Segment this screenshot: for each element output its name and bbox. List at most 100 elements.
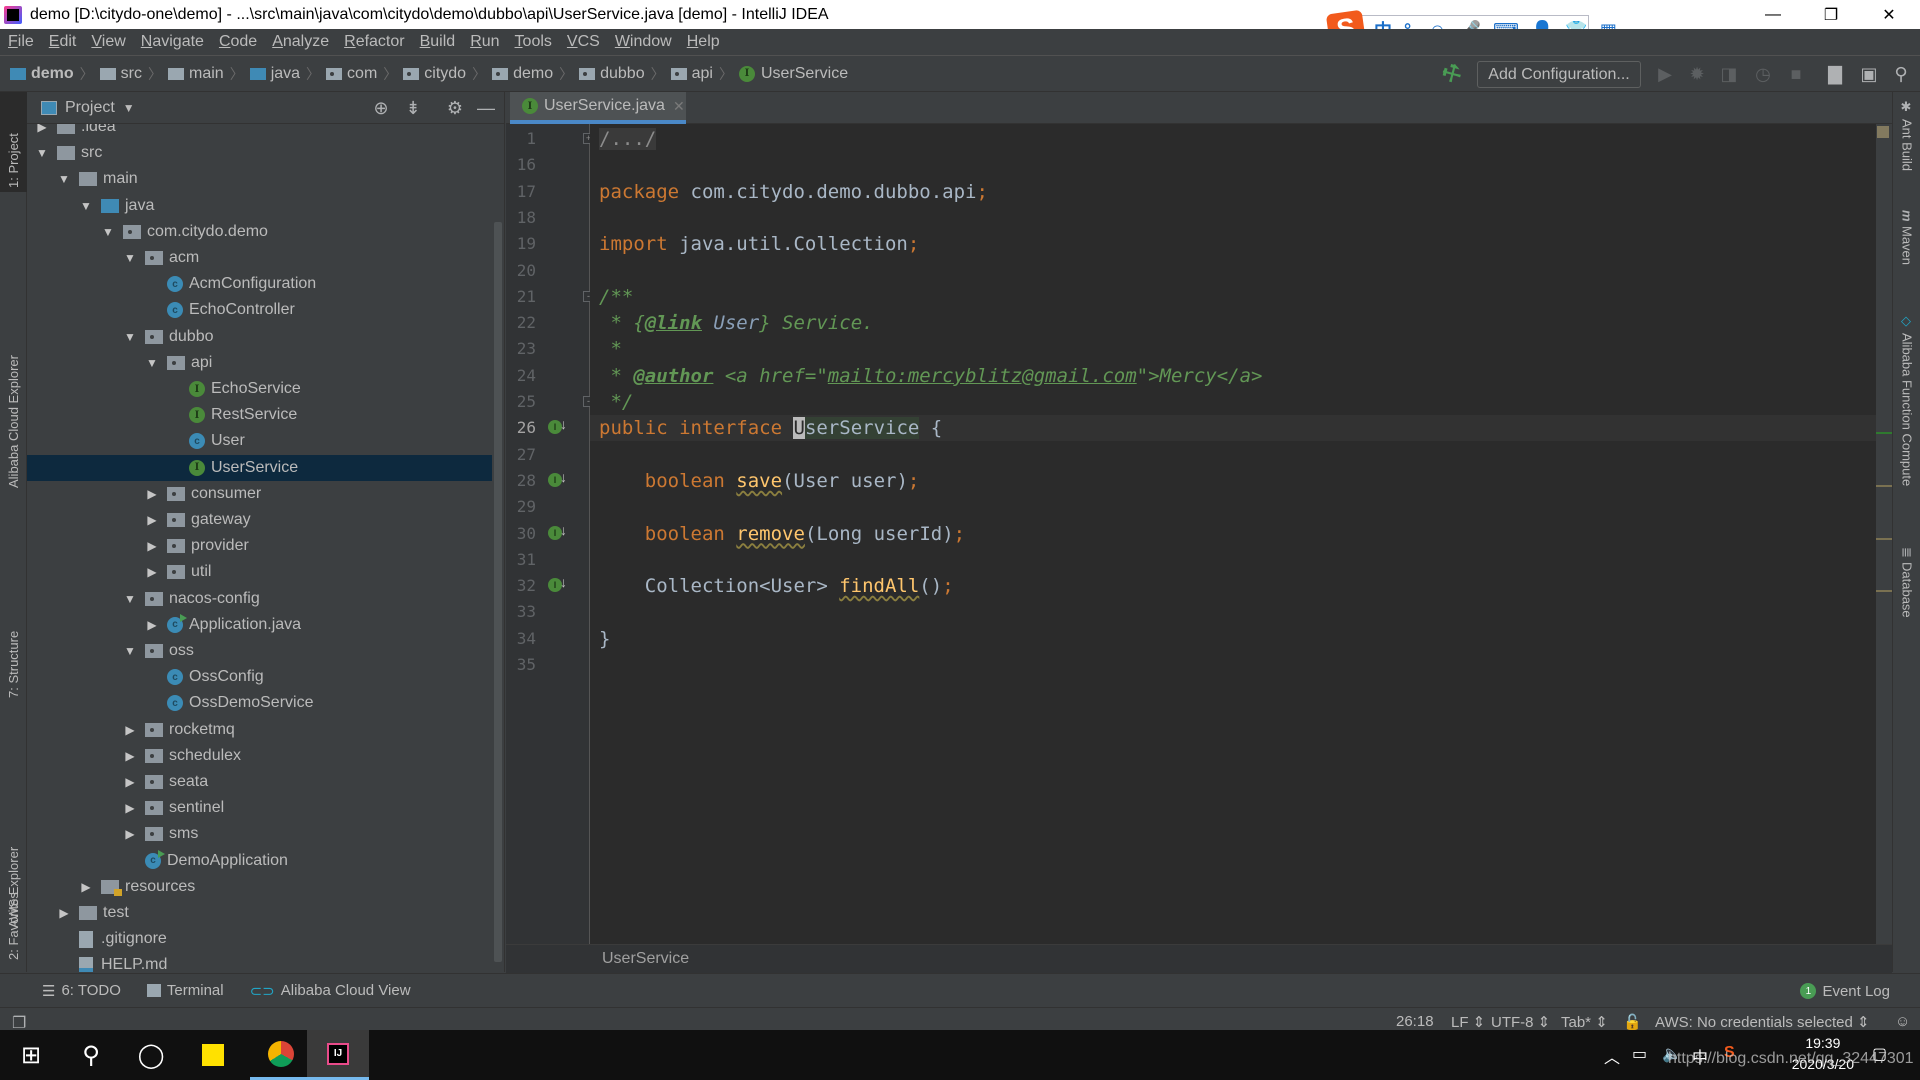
- code-line[interactable]: public interface UserService {: [590, 415, 1876, 442]
- tree-item[interactable]: ▼ oss: [27, 638, 492, 664]
- cortana-icon[interactable]: ◯: [120, 1030, 182, 1080]
- tool-tab-project[interactable]: 1: Project: [0, 92, 27, 192]
- implemented-by-icon[interactable]: I: [548, 417, 567, 435]
- sticky-notes-icon[interactable]: [182, 1030, 244, 1080]
- crumb-main[interactable]: main 〉: [168, 64, 250, 84]
- collapsed-arrow-icon[interactable]: ▶: [145, 487, 159, 501]
- tool-tab-structure[interactable]: 7: Structure: [0, 592, 27, 702]
- code-line[interactable]: boolean save(User user);: [599, 468, 920, 494]
- battery-icon[interactable]: ▭: [1632, 1044, 1647, 1064]
- menu-build[interactable]: Build: [420, 33, 456, 51]
- run-icon[interactable]: ▶: [1653, 62, 1677, 86]
- collapsed-arrow-icon[interactable]: ▶: [145, 618, 159, 632]
- tool-tab-ant-build[interactable]: ✱ Ant Build: [1893, 100, 1920, 190]
- code-line[interactable]: boolean remove(Long userId);: [599, 521, 965, 547]
- code-line[interactable]: /.../: [599, 126, 657, 152]
- collapsed-arrow-icon[interactable]: ▶: [79, 880, 93, 894]
- tree-item[interactable]: ▼ api: [27, 350, 492, 376]
- collapsed-arrow-icon[interactable]: ▶: [123, 801, 137, 815]
- error-stripe-marker[interactable]: [1876, 538, 1892, 540]
- gear-icon[interactable]: ⚙: [444, 98, 466, 119]
- tree-item[interactable]: I UserService: [27, 454, 492, 481]
- tool-tab-alibaba-function-compute[interactable]: ◇ Alibaba Function Compute: [1893, 314, 1920, 514]
- tree-item[interactable]: ▶ .idea: [27, 124, 492, 140]
- implemented-by-icon[interactable]: I: [548, 523, 567, 540]
- error-stripe-marker[interactable]: [1876, 590, 1892, 592]
- tool-tab-alibaba-cloud-explorer[interactable]: Alibaba Cloud Explorer: [0, 232, 27, 492]
- collapsed-arrow-icon[interactable]: ▶: [123, 775, 137, 789]
- tree-item[interactable]: ▶ sentinel: [27, 795, 492, 821]
- crumb-src[interactable]: src 〉: [99, 64, 168, 84]
- crumb-demo-package[interactable]: demo 〉: [492, 64, 579, 84]
- tree-item[interactable]: ▶ sms: [27, 821, 492, 847]
- menu-view[interactable]: View: [91, 33, 125, 51]
- crumb-api[interactable]: api 〉: [670, 64, 739, 84]
- tree-item[interactable]: ▼ main: [27, 166, 492, 192]
- tree-item[interactable]: .gitignore: [27, 926, 492, 952]
- tree-item[interactable]: ▼ src: [27, 140, 492, 166]
- encoding-selector[interactable]: UTF-8 ⇕: [1491, 1013, 1550, 1031]
- collapsed-arrow-icon[interactable]: ▶: [123, 723, 137, 737]
- locate-file-icon[interactable]: ⊕: [370, 98, 392, 119]
- run-anything-icon[interactable]: ▣: [1857, 62, 1881, 86]
- code-line[interactable]: }: [599, 626, 610, 652]
- stop-icon[interactable]: ■: [1784, 62, 1808, 86]
- tree-item[interactable]: ▼ java: [27, 193, 492, 219]
- tab-userservice-java[interactable]: I UserService.java ✕: [510, 92, 686, 124]
- crumb-userservice[interactable]: I UserService: [738, 65, 848, 83]
- code-line[interactable]: * {@link User} Service.: [599, 310, 873, 336]
- menu-tools[interactable]: Tools: [515, 33, 552, 51]
- line-separator-selector[interactable]: LF ⇕: [1451, 1013, 1485, 1031]
- crumb-java[interactable]: java 〉: [249, 64, 326, 84]
- tray-expand-icon[interactable]: ︿: [1604, 1044, 1620, 1068]
- tree-item[interactable]: c OssDemoService: [27, 690, 492, 716]
- code-line[interactable]: Collection<User> findAll();: [599, 573, 954, 599]
- code-line[interactable]: *: [599, 336, 621, 362]
- tool-tab-terminal[interactable]: Terminal: [146, 982, 224, 999]
- expanded-arrow-icon[interactable]: ▼: [101, 225, 115, 239]
- tool-tab-maven[interactable]: m Maven: [1893, 210, 1920, 300]
- collapsed-arrow-icon[interactable]: ▶: [145, 513, 159, 527]
- hide-panel-icon[interactable]: —: [475, 98, 497, 119]
- aws-credentials-selector[interactable]: AWS: No credentials selected ⇕: [1655, 1013, 1870, 1031]
- menu-run[interactable]: Run: [470, 33, 499, 51]
- tool-tab-database[interactable]: ≣ Database: [1893, 547, 1920, 657]
- error-stripe-marker[interactable]: [1876, 432, 1892, 434]
- project-view-selector[interactable]: Project: [65, 99, 115, 117]
- inspection-status-icon[interactable]: [1877, 126, 1889, 138]
- menu-file[interactable]: File: [8, 33, 34, 51]
- lock-icon[interactable]: 🔓: [1623, 1013, 1642, 1031]
- menu-help[interactable]: Help: [687, 33, 720, 51]
- tool-tab-todo[interactable]: ☰ 6: TODO: [42, 982, 121, 1000]
- error-stripe-marker[interactable]: [1876, 485, 1892, 487]
- tree-item[interactable]: ▶ c Application.java: [27, 612, 492, 638]
- maximize-button[interactable]: ❐: [1802, 0, 1860, 29]
- implemented-by-icon[interactable]: I: [548, 575, 567, 593]
- code-editor[interactable]: /.../ package com.citydo.demo.dubbo.api; i…: [590, 124, 1876, 944]
- tree-item[interactable]: c AcmConfiguration: [27, 271, 492, 297]
- breadcrumb-userservice[interactable]: UserService: [602, 950, 689, 968]
- code-line[interactable]: */: [599, 389, 633, 415]
- debug-icon[interactable]: ✹: [1685, 62, 1709, 86]
- tree-item[interactable]: ▶ provider: [27, 533, 492, 559]
- collapsed-arrow-icon[interactable]: ▶: [123, 827, 137, 841]
- collapsed-arrow-icon[interactable]: ▶: [35, 124, 49, 134]
- tree-item[interactable]: c User: [27, 428, 492, 454]
- caret-position[interactable]: 26:18: [1396, 1013, 1434, 1030]
- tree-item[interactable]: ▶ test: [27, 900, 492, 926]
- collapsed-arrow-icon[interactable]: ▶: [145, 539, 159, 553]
- expanded-arrow-icon[interactable]: ▼: [123, 330, 137, 344]
- project-structure-icon[interactable]: ▇: [1823, 62, 1847, 86]
- expanded-arrow-icon[interactable]: ▼: [123, 251, 137, 265]
- tree-item[interactable]: ▶ rocketmq: [27, 717, 492, 743]
- indent-selector[interactable]: Tab* ⇕: [1561, 1013, 1608, 1031]
- menu-navigate[interactable]: Navigate: [141, 33, 204, 51]
- chevron-down-icon[interactable]: ▼: [123, 101, 135, 115]
- implemented-by-icon[interactable]: I: [548, 470, 567, 487]
- tool-tab-favorites[interactable]: 2: Favorites: [0, 864, 27, 964]
- crumb-dubbo[interactable]: dubbo 〉: [579, 64, 671, 84]
- tree-item[interactable]: ▼ com.citydo.demo: [27, 219, 492, 245]
- close-button[interactable]: ✕: [1860, 0, 1918, 29]
- code-line[interactable]: /**: [599, 284, 633, 310]
- expanded-arrow-icon[interactable]: ▼: [57, 172, 71, 186]
